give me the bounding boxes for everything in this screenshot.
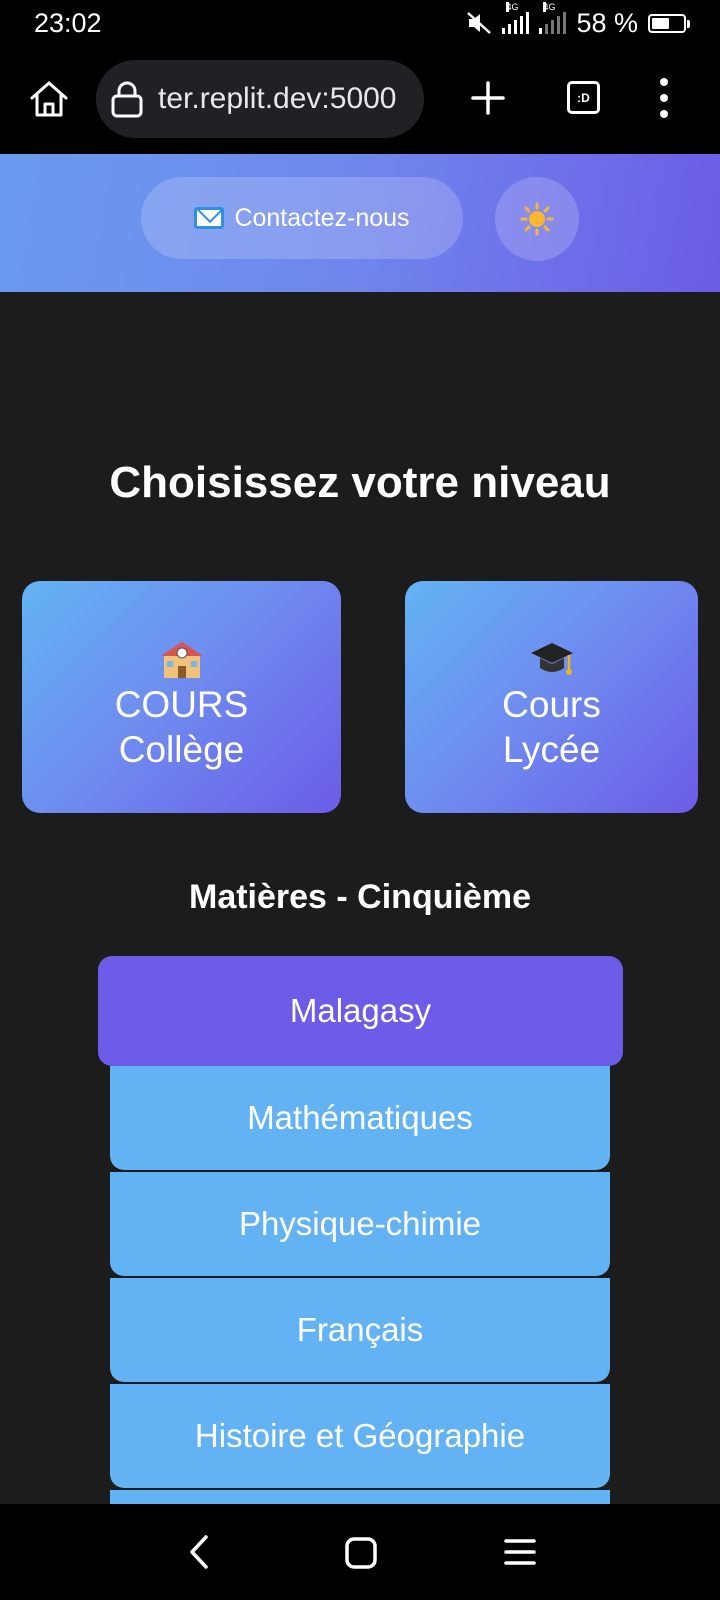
status-bar: 23:02 4G 4G 58 % — [0, 0, 720, 46]
more-vert-icon[interactable] — [652, 78, 676, 118]
subject-histoire-geographie[interactable]: Histoire et Géographie — [110, 1384, 610, 1488]
tab-count: :D — [577, 90, 590, 105]
plus-icon — [471, 81, 505, 115]
envelope-icon — [194, 207, 225, 229]
back-icon[interactable] — [184, 1534, 214, 1570]
contact-label: Contactez-nous — [234, 203, 410, 232]
level-college-line1: COURS — [114, 684, 249, 725]
network-type-1: 4G — [506, 2, 519, 12]
signal-icon: 4G — [502, 2, 530, 34]
battery-percent: 58 % — [576, 7, 638, 38]
signal-icon-2: 4G — [539, 2, 567, 34]
graduation-cap-icon — [530, 643, 573, 675]
network-type-2: 4G — [543, 2, 556, 12]
level-lycee-line1: Cours — [502, 684, 601, 725]
level-college-line2: Collège — [118, 729, 245, 770]
address-bar[interactable]: ter.replit.dev:5000 — [96, 60, 424, 138]
level-lycee-line2: Lycée — [502, 729, 601, 770]
mute-icon — [467, 12, 492, 34]
url-text[interactable]: ter.replit.dev:5000 — [158, 60, 414, 138]
home-square-icon[interactable] — [344, 1536, 378, 1570]
new-tab-button[interactable] — [466, 76, 510, 120]
subjects-title: Matières - Cinquième — [189, 878, 531, 916]
site-header: Contactez-nous — [0, 154, 720, 292]
subject-francais[interactable]: Français — [110, 1278, 610, 1382]
school-icon — [160, 642, 203, 678]
home-icon — [30, 81, 68, 117]
theme-toggle-button[interactable] — [495, 177, 579, 261]
contact-button[interactable]: Contactez-nous — [141, 177, 463, 259]
battery-fill — [652, 17, 669, 29]
page-title: Choisissez votre niveau — [109, 458, 611, 507]
lock-icon — [111, 81, 143, 118]
subject-physique-chimie[interactable]: Physique-chimie — [110, 1172, 610, 1276]
system-nav-bar — [0, 1504, 720, 1600]
screen: 23:02 4G 4G 58 % ter.replit.dev:5000:D … — [0, 0, 720, 1600]
subject-mathematiques[interactable]: Mathématiques — [110, 1066, 610, 1170]
level-card-college[interactable]: COURS Collège — [22, 581, 341, 813]
status-time: 23:02 — [34, 7, 102, 38]
browser-home-button[interactable] — [26, 76, 72, 122]
battery-icon — [648, 13, 690, 33]
sun-icon — [520, 202, 554, 236]
browser-toolbar: ter.replit.dev:5000 :D — [0, 46, 720, 154]
subject-malagasy[interactable]: Malagasy — [98, 956, 623, 1066]
status-icons: 4G 4G 58 % — [466, 2, 690, 39]
tab-switcher-button[interactable]: :D — [567, 81, 600, 114]
level-card-lycee[interactable]: Cours Lycée — [405, 581, 698, 813]
recents-icon[interactable] — [504, 1538, 536, 1566]
